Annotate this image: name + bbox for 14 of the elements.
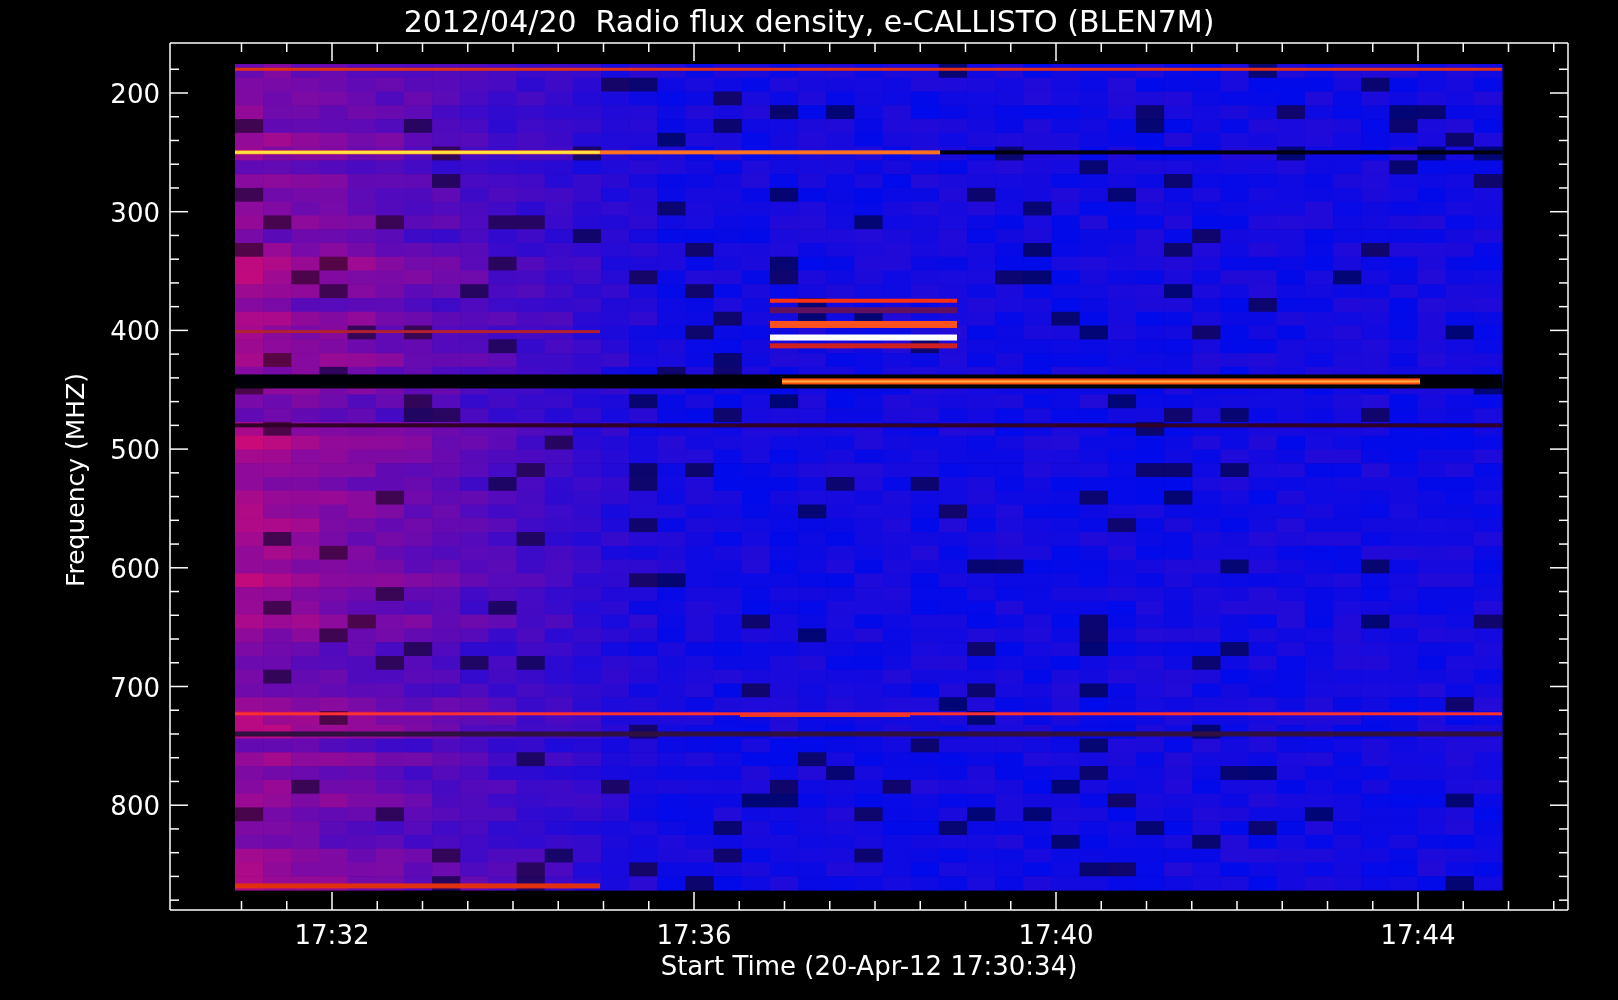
y-tick-label: 200 — [110, 79, 160, 109]
x-tick-label: 17:32 — [294, 920, 370, 950]
x-axis-label: Start Time (20-Apr-12 17:30:34) — [660, 951, 1078, 981]
y-tick-label: 400 — [110, 316, 160, 347]
x-tick-label: 17:44 — [1380, 920, 1456, 950]
y-tick-label: 600 — [110, 553, 160, 584]
y-tick-label: 800 — [110, 791, 160, 822]
y-axis-label: Frequency (MHZ) — [61, 372, 90, 588]
y-tick-label: 500 — [110, 435, 160, 466]
y-tick-label: 700 — [110, 672, 160, 703]
y-tick-label: 300 — [110, 197, 160, 228]
chart-title: 2012/04/20 Radio flux density, e-CALLISTO (BLEN7M) — [403, 4, 1215, 39]
x-tick-label: 17:36 — [656, 920, 732, 950]
x-tick-label: 17:40 — [1018, 920, 1094, 950]
